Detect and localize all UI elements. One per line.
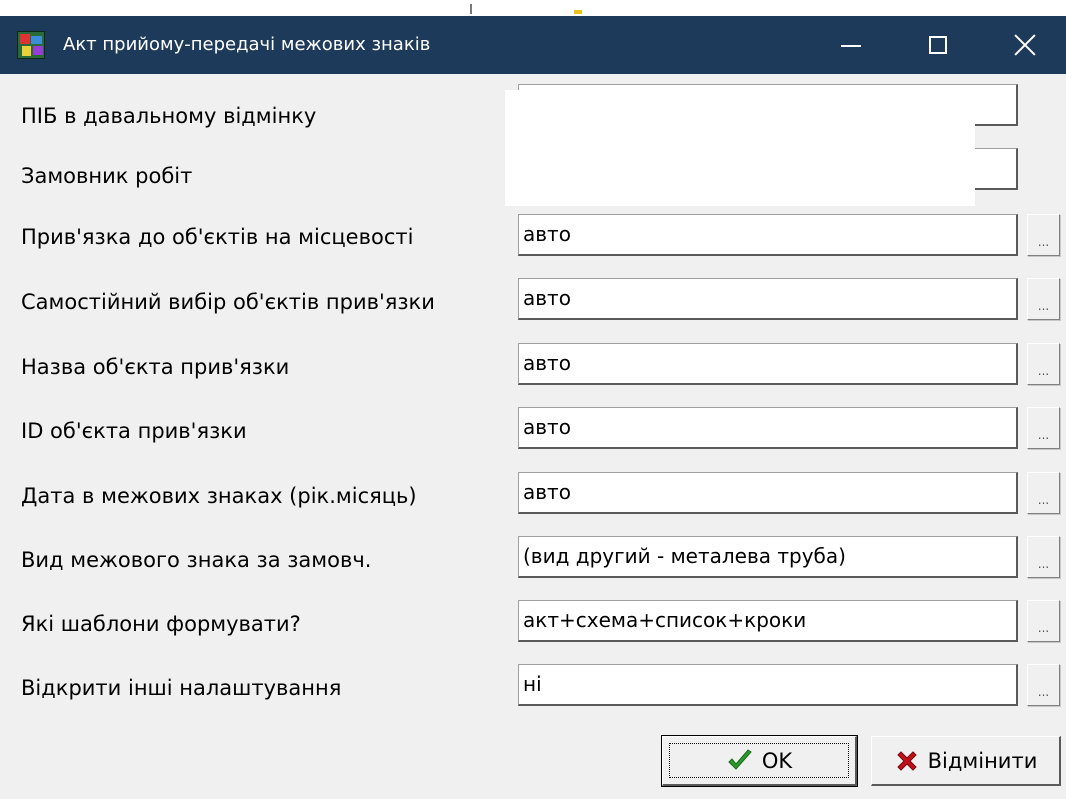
focus-rectangle — [669, 743, 849, 778]
label-templates: Які шаблони формувати? — [21, 612, 301, 636]
desktop-strip — [0, 0, 1066, 16]
ellipsis-button-manual-selection[interactable]: ... — [1027, 278, 1060, 320]
field-binding-object-id[interactable]: авто — [518, 407, 1018, 449]
label-binding-to-objects: Прив'язка до об'єктів на місцевості — [21, 225, 414, 249]
dialog-window: Акт прийому-передачі межових знаків ПІБ … — [0, 16, 1066, 799]
maximize-button[interactable] — [893, 16, 983, 74]
field-other-settings[interactable]: ні — [518, 664, 1018, 706]
field-binding-object-name[interactable]: авто — [518, 343, 1018, 385]
ellipsis-button-templates[interactable]: ... — [1027, 600, 1060, 642]
maximize-icon — [929, 36, 947, 54]
background-mark — [574, 10, 582, 14]
app-icon[interactable] — [17, 31, 45, 59]
ellipsis-button-marker-type[interactable]: ... — [1027, 536, 1060, 578]
field-marker-type[interactable]: (вид другий - металева труба) — [518, 536, 1018, 578]
label-marker-type: Вид межового знака за замовч. — [21, 548, 372, 572]
title-bar[interactable]: Акт прийому-передачі межових знаків — [0, 16, 1066, 74]
label-binding-object-id: ID об'єкта прив'язки — [21, 419, 247, 443]
ellipsis-button-other-settings[interactable]: ... — [1027, 664, 1060, 706]
label-customer: Замовник робіт — [21, 164, 193, 188]
label-binding-object-name: Назва об'єкта прив'язки — [21, 355, 290, 379]
label-recipient-name: ПІБ в давальному відмінку — [21, 104, 317, 128]
cancel-button[interactable]: Відмінити — [871, 736, 1061, 786]
field-binding-to-objects[interactable]: авто — [518, 214, 1018, 256]
label-manual-selection: Самостійний вибір об'єктів прив'язки — [21, 290, 435, 314]
ellipsis-button-binding-object-id[interactable]: ... — [1027, 407, 1060, 449]
minimize-icon — [841, 45, 861, 47]
cross-icon — [896, 750, 917, 771]
close-button[interactable] — [980, 16, 1066, 74]
label-date-in-markers: Дата в межових знаках (рік.місяць) — [21, 484, 417, 508]
ellipsis-button-binding-to-objects[interactable]: ... — [1027, 214, 1060, 256]
ellipsis-button-date-in-markers[interactable]: ... — [1027, 472, 1060, 514]
window-title: Акт прийому-передачі межових знаків — [63, 34, 431, 55]
background-mark — [470, 4, 472, 14]
close-icon — [1013, 33, 1037, 57]
redacted-area — [505, 90, 975, 206]
minimize-button[interactable] — [806, 16, 896, 74]
ok-button[interactable]: OK — [661, 735, 858, 787]
label-other-settings: Відкрити інші налаштування — [21, 676, 342, 700]
field-templates[interactable]: акт+схема+список+кроки — [518, 600, 1018, 642]
cancel-button-label: Відмінити — [927, 748, 1038, 773]
ellipsis-button-binding-object-name[interactable]: ... — [1027, 343, 1060, 385]
field-manual-selection[interactable]: авто — [518, 278, 1018, 320]
field-date-in-markers[interactable]: авто — [518, 472, 1018, 514]
